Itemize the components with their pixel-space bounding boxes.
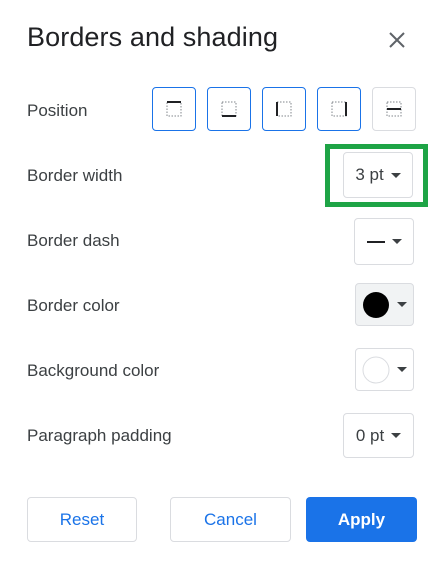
solid-line-icon [366, 240, 385, 243]
border-width-label: Border width [27, 166, 123, 185]
border-between-button[interactable] [372, 87, 416, 131]
color-swatch [362, 356, 390, 383]
close-button[interactable] [384, 27, 410, 53]
chevron-down-icon [391, 239, 402, 244]
cancel-button[interactable]: Cancel [170, 497, 291, 542]
reset-button[interactable]: Reset [27, 497, 137, 542]
border-top-button[interactable] [152, 87, 196, 131]
border-right-icon [331, 101, 347, 117]
border-top-icon [166, 101, 182, 117]
dialog-title: Borders and shading [27, 22, 279, 52]
close-icon [389, 32, 405, 48]
position-label: Position [27, 101, 88, 120]
border-dash-label: Border dash [27, 231, 120, 250]
paragraph-padding-value: 0 pt [355, 425, 385, 445]
apply-button[interactable]: Apply [306, 497, 417, 542]
border-color-dropdown[interactable] [355, 283, 414, 326]
chevron-down-icon [397, 367, 407, 372]
background-color-label: Background color [27, 361, 160, 380]
border-between-icon [386, 101, 402, 117]
chevron-down-icon [391, 433, 402, 438]
border-dash-dropdown[interactable] [354, 218, 414, 265]
highlight-box [325, 144, 428, 207]
borders-and-shading-dialog: Borders and shading Position Border widt… [0, 0, 438, 573]
border-color-label: Border color [27, 296, 120, 315]
border-left-icon [276, 101, 292, 117]
border-left-button[interactable] [262, 87, 306, 131]
background-color-dropdown[interactable] [355, 348, 414, 391]
border-bottom-button[interactable] [207, 87, 251, 131]
chevron-down-icon [397, 302, 407, 307]
paragraph-padding-label: Paragraph padding [27, 426, 172, 445]
paragraph-padding-dropdown[interactable]: 0 pt [343, 413, 414, 458]
border-right-button[interactable] [317, 87, 361, 131]
border-bottom-icon [221, 101, 237, 117]
color-swatch [363, 291, 389, 318]
